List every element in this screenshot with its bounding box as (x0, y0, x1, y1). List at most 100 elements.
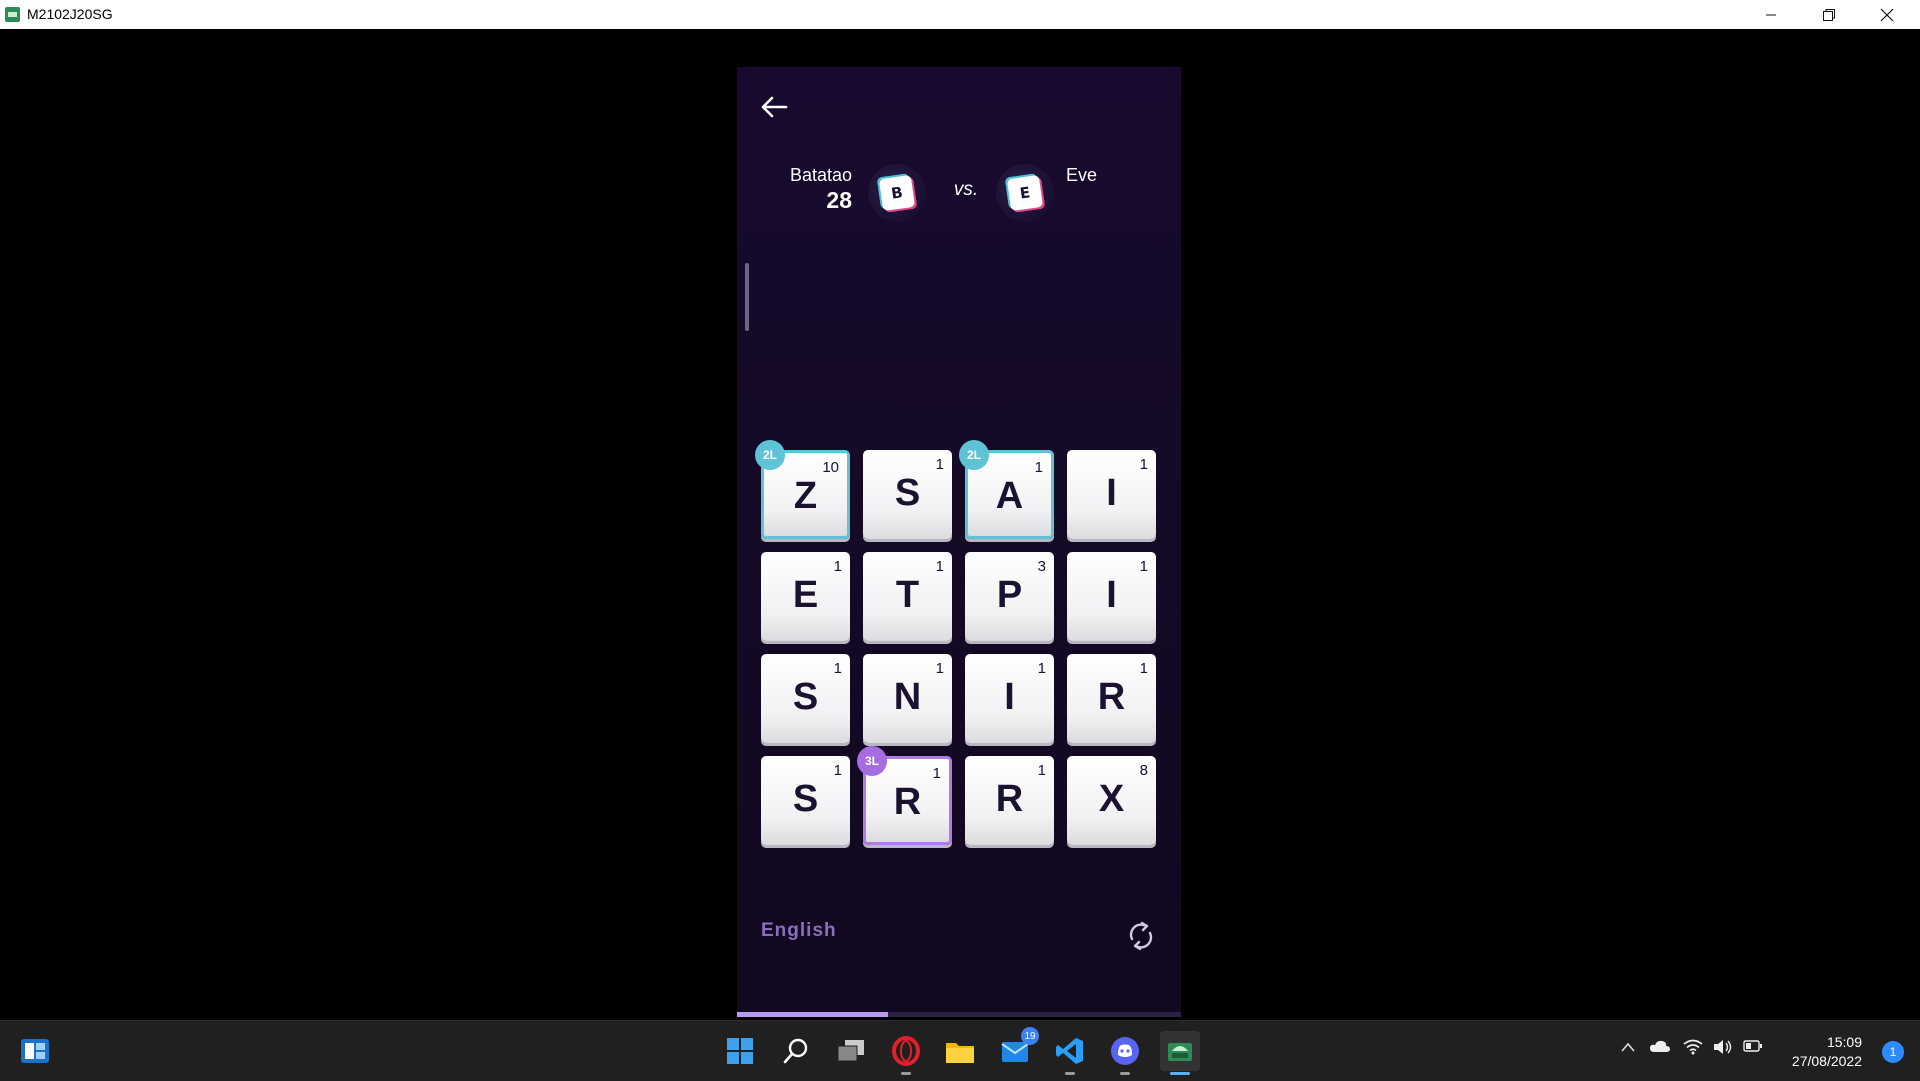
start-icon (727, 1038, 753, 1064)
minimize-button[interactable] (1742, 0, 1800, 29)
system-clock[interactable]: 15:09 27/08/2022 (1792, 1033, 1862, 1071)
letter-tile[interactable]: R1 (965, 756, 1054, 845)
tile-points: 1 (935, 558, 944, 575)
letter-tile[interactable]: P3 (965, 552, 1054, 641)
letter-tile[interactable]: S1 (761, 756, 850, 845)
speaker-icon (1714, 1040, 1732, 1054)
file-explorer-button[interactable] (940, 1031, 980, 1071)
opera-running-indicator (901, 1072, 911, 1075)
shuffle-button[interactable] (1124, 919, 1158, 953)
tile-letter: R (893, 781, 922, 823)
tile-letter: S (792, 676, 819, 718)
show-hidden-icons-button[interactable] (1620, 1039, 1636, 1057)
tile-points: 1 (833, 558, 842, 575)
tile-letter: N (893, 676, 922, 718)
emulator-active-indicator (1170, 1072, 1190, 1075)
letter-tile[interactable]: R1 (1067, 654, 1156, 743)
app-icon (5, 7, 20, 22)
start-button[interactable] (720, 1031, 760, 1071)
shuffle-icon (1129, 921, 1153, 951)
player1-avatar-tile: B (878, 174, 916, 212)
task-view-button[interactable] (831, 1031, 871, 1071)
widgets-icon (21, 1039, 49, 1063)
player2-name: Eve (1066, 165, 1098, 185)
tile-points: 1 (1037, 762, 1046, 779)
task-view-icon (837, 1040, 864, 1062)
tile-letter: I (1004, 676, 1015, 718)
letter-tile[interactable]: I1 (965, 654, 1054, 743)
cloud-icon (1650, 1040, 1670, 1052)
widgets-button[interactable] (15, 1031, 55, 1071)
wifi-button[interactable] (1683, 1039, 1703, 1059)
vscode-icon (1056, 1038, 1083, 1064)
tile-points: 1 (1037, 660, 1046, 677)
bonus-badge: 2L (755, 440, 785, 470)
player1-score: 28 (826, 187, 852, 213)
letter-tile[interactable]: I1 (1067, 450, 1156, 539)
clock-time: 15:09 (1826, 1034, 1862, 1050)
vs-label: vs. (953, 179, 979, 200)
minimize-icon (1766, 14, 1776, 15)
letter-tile[interactable]: X8 (1067, 756, 1156, 845)
chevron-up-icon (1621, 1042, 1635, 1052)
search-icon (783, 1038, 808, 1064)
discord-running-indicator (1120, 1072, 1130, 1075)
tile-points: 1 (1139, 660, 1148, 677)
taskbar: 19 15:09 27/08/2022 1 (0, 1020, 1920, 1081)
mail-button[interactable]: 19 (995, 1027, 1039, 1071)
tile-points: 10 (822, 459, 839, 476)
search-button[interactable] (776, 1031, 816, 1071)
onedrive-button[interactable] (1649, 1039, 1671, 1057)
tile-letter: P (996, 574, 1023, 616)
player2-avatar[interactable]: E (996, 164, 1054, 222)
tile-points: 1 (1034, 459, 1043, 476)
tile-points: 8 (1139, 762, 1148, 779)
vscode-button[interactable] (1050, 1031, 1090, 1075)
restore-button[interactable] (1800, 0, 1858, 29)
window-titlebar: M2102J20SG (0, 0, 1920, 29)
letter-tile[interactable]: S1 (863, 450, 952, 539)
vscode-running-indicator (1065, 1072, 1075, 1075)
language-label: English (761, 920, 837, 941)
battery-button[interactable] (1743, 1039, 1763, 1057)
window-title: M2102J20SG (27, 6, 113, 22)
close-button[interactable] (1858, 0, 1916, 29)
tile-letter: A (995, 475, 1024, 517)
letter-tile[interactable]: T1 (863, 552, 952, 641)
tile-points: 1 (935, 660, 944, 677)
tile-points: 1 (1139, 558, 1148, 575)
opera-icon (892, 1036, 920, 1066)
bonus-badge: 3L (857, 746, 887, 776)
letter-tile[interactable]: S1 (761, 654, 850, 743)
word-input-cursor (745, 263, 749, 331)
player2-avatar-tile: E (1006, 174, 1044, 212)
opera-button[interactable] (886, 1031, 926, 1075)
tile-points: 1 (833, 762, 842, 779)
letter-tile[interactable]: E1 (761, 552, 850, 641)
tile-letter: T (895, 574, 920, 616)
notification-badge[interactable]: 1 (1882, 1041, 1904, 1063)
timer-progress (737, 1012, 888, 1017)
game-screen: Batatao 28 B vs. E Eve Z 10 2L S 1 A 1 2L I 1 E 1 T 1… (737, 67, 1181, 1017)
mail-badge: 19 (1021, 1027, 1039, 1045)
battery-icon (1743, 1040, 1762, 1052)
tile-letter: I (1106, 574, 1117, 616)
tile-letter: S (894, 472, 921, 514)
tile-letter: Z (793, 475, 818, 517)
volume-button[interactable] (1713, 1039, 1733, 1059)
tile-letter: R (995, 778, 1024, 820)
tile-letter: E (792, 574, 819, 616)
wifi-icon (1683, 1039, 1703, 1055)
player1-avatar[interactable]: B (868, 164, 926, 222)
letter-tile[interactable]: I1 (1067, 552, 1156, 641)
back-button[interactable] (758, 91, 790, 123)
restore-icon (1823, 8, 1835, 21)
discord-button[interactable] (1105, 1031, 1145, 1075)
android-emulator-button[interactable] (1160, 1031, 1200, 1075)
tile-points: 1 (1139, 456, 1148, 473)
player1-name: Batatao (789, 165, 852, 185)
tile-letter: X (1098, 778, 1125, 820)
bonus-badge: 2L (959, 440, 989, 470)
close-icon (1880, 8, 1894, 21)
letter-tile[interactable]: N1 (863, 654, 952, 743)
